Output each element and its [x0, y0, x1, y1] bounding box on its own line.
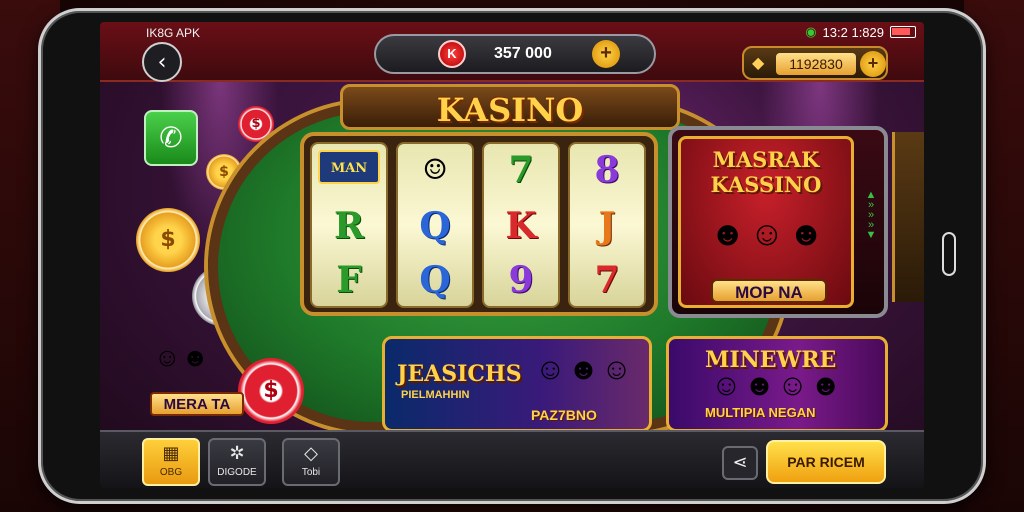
- play-button[interactable]: PAR RICEM: [766, 440, 886, 484]
- card-title: JEASICHS: [397, 361, 522, 387]
- reel-symbol: ☺: [422, 153, 448, 186]
- chevron-left-icon: ‹: [157, 49, 167, 75]
- nav-label: OBG: [159, 467, 183, 478]
- reel-4: 8 J 7: [568, 142, 646, 308]
- share-button[interactable]: ⋖: [722, 446, 758, 480]
- back-button[interactable]: ‹: [142, 42, 182, 82]
- promo-characters: ☻☺☻: [709, 215, 829, 253]
- right-decoration: [892, 132, 924, 302]
- reel-symbol: MAN: [318, 150, 380, 184]
- nav-button-tobi[interactable]: ◇ Tobi: [282, 438, 340, 486]
- grid-icon: ▦: [162, 443, 180, 464]
- reel-symbol: 7: [594, 259, 620, 301]
- mera-characters: ☺☻: [154, 342, 210, 372]
- add-balance-button[interactable]: +: [592, 40, 620, 68]
- add-gold-button[interactable]: +: [860, 51, 886, 77]
- promo-masrak-kassino[interactable]: MASRAK KASSINO ☻☺☻ MOP NA ▲»»» ▼: [668, 126, 888, 318]
- card-characters: ☺☻☺☻: [711, 369, 844, 402]
- reel-symbol: 9: [508, 259, 534, 301]
- game-screen: IK8G APK ‹ K 357 000 + ◉ 13:2 1:829 ◆ 11…: [100, 22, 924, 488]
- scroll-indicator-icon[interactable]: ▲»»» ▼: [864, 190, 878, 241]
- nav-label: DIGODE: [217, 467, 257, 478]
- reel-symbol: R: [334, 205, 364, 247]
- gold-display: ◆ 1192830 +: [742, 46, 888, 80]
- title-plaque: KASINO: [340, 84, 680, 130]
- reel-3: 7 K 9: [482, 142, 560, 308]
- nav-button-obg[interactable]: ▦ OBG: [142, 438, 200, 486]
- card-caption: PAZ7BNO: [531, 407, 597, 423]
- game-card-mineware[interactable]: MINEWRE ☺☻☺☻ MULTIPIA NEGAN: [666, 336, 888, 432]
- card-subtitle: PIELMAHHIN: [401, 389, 470, 401]
- slot-reels[interactable]: MAN R F ☺ Q Q 7 K 9 8 J 7: [300, 132, 658, 316]
- battery-icon: [890, 26, 916, 38]
- game-card-mera[interactable]: ☺☻ MERA TA: [150, 342, 246, 420]
- reel-symbol: Q: [419, 259, 451, 301]
- reel-1: MAN R F: [310, 142, 388, 308]
- promo-title-line1: MASRAK: [712, 147, 820, 172]
- puzzle-icon: ✲: [229, 443, 245, 464]
- balance-value: 357 000: [494, 45, 552, 62]
- status-bar: ◉ 13:2 1:829: [805, 24, 916, 40]
- status-time: 13:2 1:829: [822, 24, 884, 40]
- reel-2: ☺ Q Q: [396, 142, 474, 308]
- balance-display: K 357 000 +: [374, 34, 656, 74]
- signal-icon: ◉: [805, 24, 817, 39]
- promo-art: MASRAK KASSINO ☻☺☻ MOP NA: [678, 136, 854, 308]
- promo-subtitle: MOP NA: [711, 279, 827, 303]
- diamond-icon: ◇: [304, 443, 318, 464]
- nav-button-digode[interactable]: ✲ DIGODE: [208, 438, 266, 486]
- card-characters: ☺☻☺: [535, 353, 634, 386]
- red-chip-small: $: [238, 106, 274, 142]
- phone-icon: ✆: [159, 122, 183, 153]
- card-caption: MULTIPIA NEGAN: [705, 405, 816, 420]
- reel-symbol: 7: [508, 149, 534, 191]
- red-chip-large: $: [238, 358, 304, 424]
- reel-symbol: J: [598, 205, 616, 247]
- bottom-bar: ▦ OBG ✲ DIGODE ◇ Tobi ⋖ PAR RICEM: [100, 430, 924, 488]
- gold-value: 1192830: [776, 53, 856, 75]
- chip-icon: K: [438, 40, 466, 68]
- nav-label: Tobi: [301, 467, 321, 478]
- phone-call-button[interactable]: ✆: [144, 110, 198, 166]
- app-name: IK8G APK: [146, 26, 201, 40]
- promo-title: MASRAK KASSINO: [681, 147, 851, 197]
- gold-coin-icon: ◆: [752, 55, 765, 72]
- game-title: KASINO: [436, 91, 584, 129]
- reel-symbol: 8: [594, 149, 620, 191]
- top-bar: IK8G APK ‹ K 357 000 + ◉ 13:2 1:829 ◆ 11…: [100, 22, 924, 82]
- mera-label: MERA TA: [150, 392, 244, 416]
- promo-title-line2: KASSINO: [710, 172, 822, 197]
- reel-symbol: K: [505, 205, 537, 247]
- gold-chip-large: $: [136, 208, 200, 272]
- reel-symbol: Q: [419, 205, 451, 247]
- game-card-jeasichs[interactable]: JEASICHS PIELMAHHIN ☺☻☺ PAZ7BNO: [382, 336, 652, 432]
- phone-home-button[interactable]: [942, 232, 956, 276]
- share-icon: ⋖: [732, 452, 748, 473]
- reel-symbol: F: [336, 259, 362, 301]
